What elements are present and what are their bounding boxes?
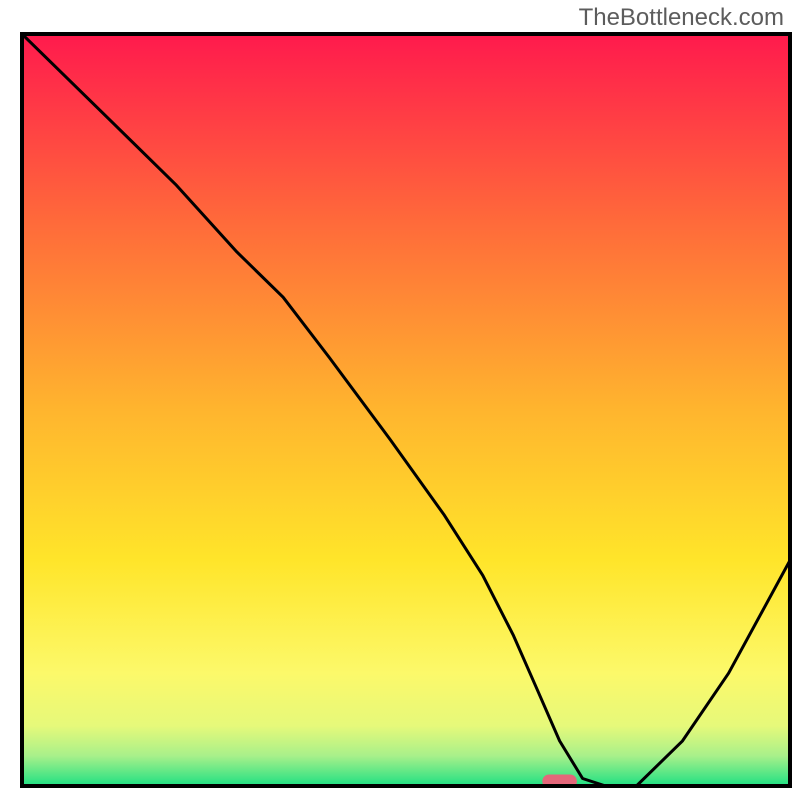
chart-container: TheBottleneck.com [0,0,800,800]
bottleneck-chart [0,0,800,800]
